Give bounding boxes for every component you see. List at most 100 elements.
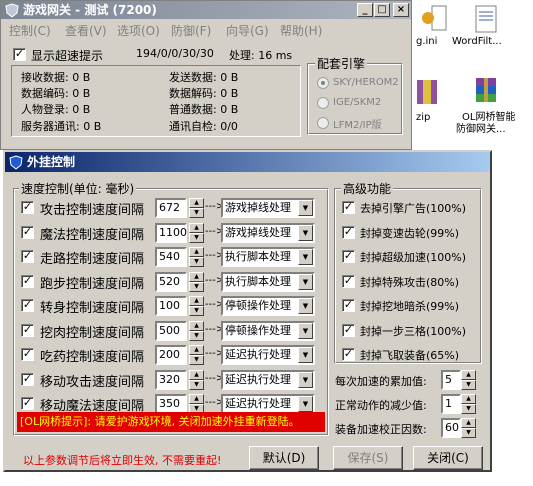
spin-up-icon[interactable]: ▲ [189,345,204,355]
spin-up-icon[interactable]: ▲ [189,369,204,380]
spin-up-icon[interactable]: ▲ [461,394,476,404]
dropdown-arrow-icon[interactable]: ▼ [298,396,313,412]
advanced-option-checkbox[interactable]: ✓ [342,201,355,214]
spin-down-icon[interactable]: ▼ [461,428,476,438]
spin-up-icon[interactable]: ▲ [189,247,204,257]
dropdown-arrow-icon[interactable]: ▼ [298,273,313,290]
param-value[interactable]: 5 [441,370,461,390]
dropdown-arrow-icon[interactable]: ▼ [298,200,313,216]
speed-row-checkbox[interactable]: ✓ [21,274,34,288]
speed-row-checkbox[interactable]: ✓ [21,250,34,263]
engine-radio-lfm2[interactable] [317,117,329,129]
speed-row-value[interactable]: 672 [155,198,187,218]
spin-down-icon[interactable]: ▼ [189,208,204,218]
speed-row-action-select[interactable]: 执行脚本处理 ▼ [221,271,315,292]
speed-row-spinner[interactable]: ▲ ▼ [189,320,204,341]
zip-file-icon[interactable] [413,76,445,108]
dialog-titlebar[interactable]: 外挂控制 [5,152,490,172]
winrar-archive-icon[interactable] [470,74,502,106]
ini-file-icon[interactable] [418,4,450,36]
speed-row-spinner[interactable]: ▲ ▼ [189,296,204,316]
spin-down-icon[interactable]: ▼ [461,380,476,390]
speed-row-spinner[interactable]: ▲ ▼ [189,198,204,218]
spin-up-icon[interactable]: ▲ [189,394,204,404]
speed-row-value[interactable]: 350 [155,394,187,414]
spin-up-icon[interactable]: ▲ [189,271,204,282]
speed-row-spinner[interactable]: ▲ ▼ [189,271,204,292]
spin-down-icon[interactable]: ▼ [189,330,204,341]
speed-row-checkbox[interactable]: ✓ [21,348,34,361]
speed-row-action-select[interactable]: 延迟执行处理 ▼ [221,394,315,414]
spin-up-icon[interactable]: ▲ [189,222,204,233]
save-button[interactable]: 保存(S) [333,446,403,470]
show-speed-tip-checkbox[interactable]: ✓ [13,48,26,61]
dropdown-arrow-icon[interactable]: ▼ [298,371,313,388]
speed-row-checkbox[interactable]: ✓ [21,397,34,410]
advanced-option-checkbox[interactable]: ✓ [342,274,355,288]
engine-radio-sky[interactable] [317,77,329,89]
param-spinner[interactable]: ▲ ▼ [461,418,476,438]
spin-down-icon[interactable]: ▼ [189,232,204,243]
advanced-option-checkbox[interactable]: ✓ [342,348,355,361]
param-spinner[interactable]: ▲ ▼ [461,370,476,390]
close-button[interactable]: 关闭(C) [413,446,483,470]
spin-up-icon[interactable]: ▲ [189,198,204,208]
speed-row-checkbox[interactable]: ✓ [21,225,34,239]
menu-view[interactable]: 查看(V) [65,22,107,39]
spin-up-icon[interactable]: ▲ [189,320,204,331]
speed-row-action-select[interactable]: 游戏掉线处理 ▼ [221,222,315,243]
speed-row-action-select[interactable]: 游戏掉线处理 ▼ [221,198,315,218]
spin-down-icon[interactable]: ▼ [189,281,204,292]
speed-row-checkbox[interactable]: ✓ [21,201,34,214]
document-icon[interactable] [470,4,502,36]
menu-help[interactable]: 帮助(H) [280,22,322,39]
menu-control[interactable]: 控制(C) [9,22,51,39]
spin-down-icon[interactable]: ▼ [189,257,204,267]
close-button[interactable]: × [393,3,409,17]
menu-wizard[interactable]: 向导(G) [226,22,269,39]
speed-row-spinner[interactable]: ▲ ▼ [189,222,204,243]
menu-options[interactable]: 选项(O) [117,22,160,39]
spin-down-icon[interactable]: ▼ [189,355,204,365]
main-window-titlebar[interactable]: 游戏网关 - 测试 (7200) [1,1,411,19]
spin-down-icon[interactable]: ▼ [189,306,204,316]
spin-up-icon[interactable]: ▲ [461,370,476,380]
dropdown-arrow-icon[interactable]: ▼ [298,224,313,241]
speed-row-action-select[interactable]: 停顿操作处理 ▼ [221,320,315,341]
advanced-option-checkbox[interactable]: ✓ [342,299,355,312]
minimize-button[interactable]: _ [357,3,373,17]
dropdown-arrow-icon[interactable]: ▼ [298,322,313,339]
menu-defense[interactable]: 防御(F) [171,22,211,39]
speed-row-spinner[interactable]: ▲ ▼ [189,369,204,390]
advanced-option-checkbox[interactable]: ✓ [342,323,355,337]
engine-radio-ige[interactable] [317,97,329,109]
speed-row-checkbox[interactable]: ✓ [21,299,34,312]
dropdown-arrow-icon[interactable]: ▼ [298,347,313,363]
speed-row-value[interactable]: 1100 [155,222,187,243]
speed-row-value[interactable]: 540 [155,247,187,267]
default-button[interactable]: 默认(D) [249,446,319,470]
speed-row-action-select[interactable]: 延迟执行处理 ▼ [221,345,315,365]
speed-row-checkbox[interactable]: ✓ [21,323,34,337]
speed-row-value[interactable]: 500 [155,320,187,341]
speed-row-checkbox[interactable]: ✓ [21,372,34,386]
speed-row-value[interactable]: 320 [155,369,187,390]
spin-up-icon[interactable]: ▲ [189,296,204,306]
advanced-option-checkbox[interactable]: ✓ [342,225,355,239]
speed-row-spinner[interactable]: ▲ ▼ [189,345,204,365]
param-value[interactable]: 1 [441,394,461,414]
maximize-button[interactable]: □ [374,3,390,17]
speed-row-action-select[interactable]: 延迟执行处理 ▼ [221,369,315,390]
advanced-option-checkbox[interactable]: ✓ [342,250,355,263]
dropdown-arrow-icon[interactable]: ▼ [298,249,313,265]
speed-row-spinner[interactable]: ▲ ▼ [189,394,204,414]
speed-row-action-select[interactable]: 停顿操作处理 ▼ [221,296,315,316]
spin-up-icon[interactable]: ▲ [461,418,476,428]
speed-row-value[interactable]: 100 [155,296,187,316]
spin-down-icon[interactable]: ▼ [189,379,204,390]
speed-row-value[interactable]: 200 [155,345,187,365]
spin-down-icon[interactable]: ▼ [461,404,476,414]
speed-row-value[interactable]: 520 [155,271,187,292]
param-value[interactable]: 60 [441,418,461,438]
speed-row-action-select[interactable]: 执行脚本处理 ▼ [221,247,315,267]
